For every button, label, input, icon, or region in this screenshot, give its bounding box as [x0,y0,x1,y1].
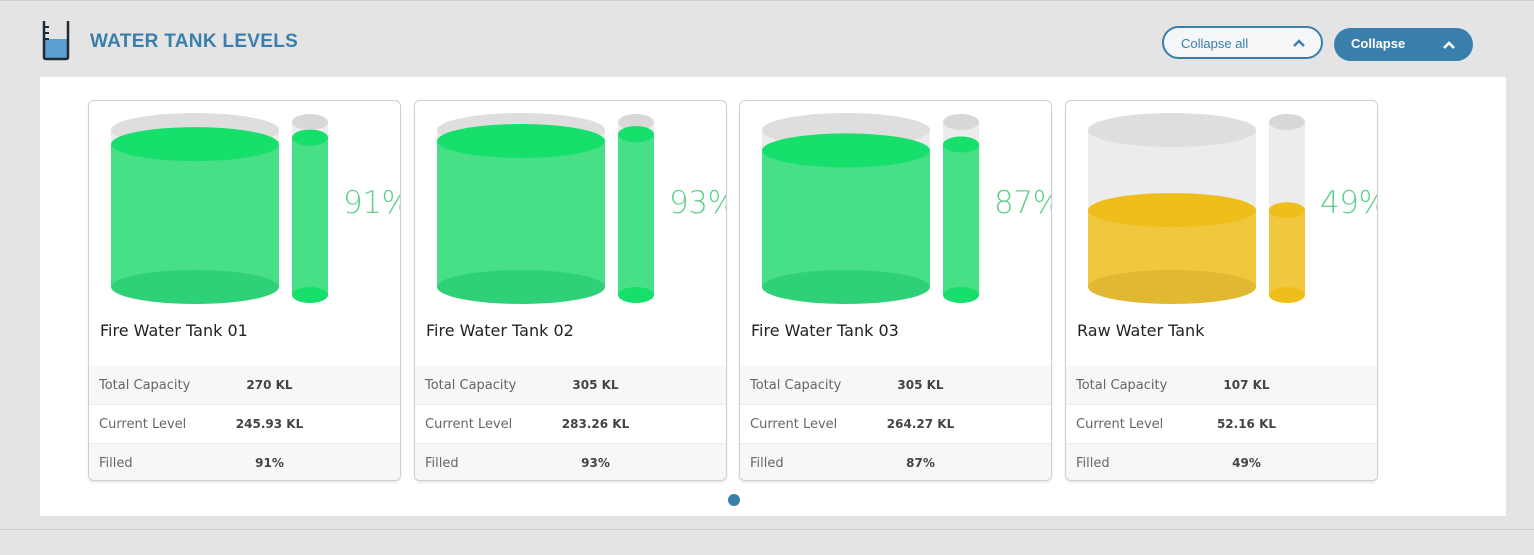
gauge-empty-top [943,114,979,130]
gauge-liquid-surface [618,126,654,143]
table-row: Total Capacity 305 KL [740,366,1051,405]
tank-liquid-bottom [437,270,605,304]
stat-value: 264.27 KL [886,417,955,431]
page-header: WATER TANK LEVELS Collapse all Collapse [0,0,1534,77]
stat-label: Current Level [750,417,838,432]
gauge-liquid-surface [292,129,328,146]
table-row: Total Capacity 107 KL [1066,366,1377,405]
table-row: Filled 91% [89,444,400,480]
tank-name: Fire Water Tank 02 [426,321,574,340]
stat-label: Total Capacity [425,378,517,393]
stat-value: 87% [906,456,935,470]
gauge-liquid-bottom [1269,287,1305,303]
table-row: Current Level 245.93 KL [89,405,400,444]
tank-empty-top [1088,113,1256,147]
tank-liquid-bottom [111,270,279,304]
gauge-liquid-bottom [943,287,979,303]
stat-label: Filled [99,456,133,471]
stat-value: 245.93 KL [235,417,304,431]
table-row: Total Capacity 305 KL [415,366,726,405]
stat-label: Total Capacity [1076,378,1168,393]
chevron-up-icon [1443,41,1455,49]
gauge-liquid-body [943,144,979,295]
tank-name: Raw Water Tank [1077,321,1205,340]
gauge-liquid-bottom [618,287,654,303]
stat-value: 305 KL [572,378,619,392]
stat-value: 91% [255,456,284,470]
carousel-page-dot[interactable] [728,494,740,506]
table-row: Filled 87% [740,444,1051,480]
tank-liquid-surface [1088,193,1256,228]
tank-liquid-surface [437,123,605,158]
table-row: Current Level 283.26 KL [415,405,726,444]
gauge-liquid-surface [1269,202,1305,219]
tank-card: 91% Fire Water Tank 01 Total Capacity 270 K… [88,100,401,481]
stat-label: Total Capacity [99,378,191,393]
chevron-up-icon [1293,39,1305,47]
stat-value: 49% [1232,456,1261,470]
gauge-liquid-body [1269,210,1305,295]
gauge-liquid-bottom [292,287,328,303]
stat-label: Filled [425,456,459,471]
tank-card: 87% Fire Water Tank 03 Total Capacity 305 K… [739,100,1052,481]
tank-liquid-surface [111,127,279,162]
stat-value: 52.16 KL [1216,417,1277,431]
tank-stats-table: Total Capacity 305 KL Current Level 264.27 … [740,366,1051,480]
table-row: Filled 93% [415,444,726,480]
fill-percentage: 91% [343,185,400,221]
water-beaker-icon [42,21,70,61]
tank-card: 49% Raw Water Tank Total Capacity 107 KL Cur… [1065,100,1378,481]
gauge-empty-top [292,114,328,130]
stat-value: 107 KL [1223,378,1270,392]
stat-label: Current Level [425,417,513,432]
table-row: Current Level 52.16 KL [1066,405,1377,444]
tank-name: Fire Water Tank 01 [100,321,248,340]
collapse-label: Collapse [1351,36,1406,51]
gauge-liquid-body [292,137,328,295]
stat-label: Total Capacity [750,378,842,393]
fill-percentage: 49% [1320,185,1377,221]
gauge-empty-top [1269,114,1305,130]
stat-value: 270 KL [246,378,293,392]
gauge-liquid-body [618,134,654,295]
tank-stats-table: Total Capacity 270 KL Current Level 245.93 … [89,366,400,480]
collapse-all-button[interactable]: Collapse all [1162,26,1323,59]
table-row: Filled 49% [1066,444,1377,480]
stat-label: Current Level [1076,417,1164,432]
collapse-all-label: Collapse all [1181,36,1249,51]
tank-liquid-body [437,140,605,287]
tank-liquid-surface [762,133,930,168]
tank-name: Fire Water Tank 03 [751,321,899,340]
tank-liquid-body [762,150,930,287]
fill-percentage: 87% [994,185,1051,221]
stat-label: Filled [750,456,784,471]
tank-liquid-body [111,144,279,287]
tank-card: 93% Fire Water Tank 02 Total Capacity 305 K… [414,100,727,481]
stat-label: Current Level [99,417,187,432]
stat-value: 93% [581,456,610,470]
table-row: Total Capacity 270 KL [89,366,400,405]
collapse-button[interactable]: Collapse [1334,28,1473,61]
stat-value: 305 KL [897,378,944,392]
fill-percentage: 93% [669,185,726,221]
bottom-divider [0,529,1534,530]
page-title: WATER TANK LEVELS [90,31,299,52]
tank-carousel-panel: 91% Fire Water Tank 01 Total Capacity 270 K… [40,77,1506,516]
table-row: Current Level 264.27 KL [740,405,1051,444]
tank-stats-table: Total Capacity 305 KL Current Level 283.26 … [415,366,726,480]
gauge-liquid-surface [943,136,979,153]
stat-label: Filled [1076,456,1110,471]
stat-value: 283.26 KL [561,417,630,431]
tank-liquid-bottom [762,270,930,304]
tank-stats-table: Total Capacity 107 KL Current Level 52.16 K… [1066,366,1377,480]
tank-liquid-bottom [1088,270,1256,304]
